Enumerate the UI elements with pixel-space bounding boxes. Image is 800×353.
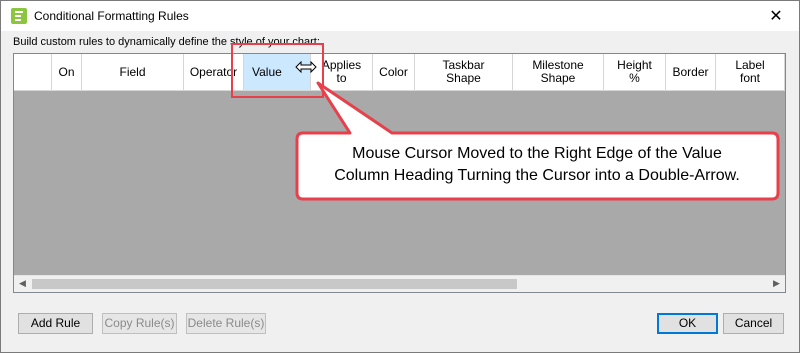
horizontal-scrollbar[interactable]: ◀ ▶: [14, 275, 785, 292]
title-bar: Conditional Formatting Rules ✕: [1, 1, 799, 31]
row-header-corner: [14, 54, 52, 90]
close-button[interactable]: ✕: [753, 1, 799, 31]
annotation-line-1: Mouse Cursor Moved to the Right Edge of …: [352, 145, 722, 162]
column-header-color[interactable]: Color: [373, 54, 415, 90]
copy-rules-button[interactable]: Copy Rule(s): [102, 313, 177, 334]
grid-header-row: On Field Operator Value Applies to Color…: [14, 54, 785, 91]
gantt-app-icon: [11, 8, 27, 24]
scroll-right-icon[interactable]: ▶: [768, 276, 785, 292]
scroll-left-icon[interactable]: ◀: [14, 276, 31, 292]
column-header-taskbar-shape[interactable]: Taskbar Shape: [415, 54, 513, 90]
column-header-field[interactable]: Field: [82, 54, 184, 90]
ok-button[interactable]: OK: [657, 313, 718, 334]
resize-double-arrow-cursor-icon: [295, 61, 317, 73]
scrollbar-thumb[interactable]: [32, 279, 517, 289]
delete-rules-button[interactable]: Delete Rule(s): [186, 313, 266, 334]
annotation-line-2: Column Heading Turning the Cursor into a…: [334, 167, 740, 184]
column-header-height[interactable]: Height %: [604, 54, 666, 90]
column-header-on[interactable]: On: [52, 54, 82, 90]
cancel-button[interactable]: Cancel: [723, 313, 784, 334]
dialog-title: Conditional Formatting Rules: [34, 9, 189, 23]
annotation-text: Mouse Cursor Moved to the Right Edge of …: [298, 143, 776, 187]
column-header-milestone-shape[interactable]: Milestone Shape: [513, 54, 604, 90]
column-header-label-font[interactable]: Label font: [716, 54, 785, 90]
column-header-border[interactable]: Border: [666, 54, 716, 90]
add-rule-button[interactable]: Add Rule: [18, 313, 93, 334]
